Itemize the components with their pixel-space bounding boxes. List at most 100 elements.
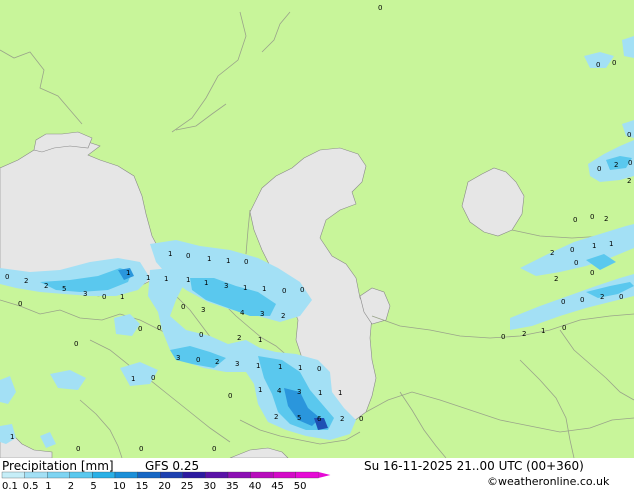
map-value-label: 0 [574,259,578,267]
map-value-label: 0 [590,213,594,221]
map-value-label: 1 [186,276,190,284]
scale-label: 10 [113,481,126,490]
map-value-label: 3 [297,388,301,396]
map-value-label: 0 [5,273,9,281]
scale-label: 0.5 [23,481,39,490]
map-value-label: 2 [627,177,631,185]
map-value-label: 0 [597,165,601,173]
color-scale-bar [1,471,331,479]
scale-swatch [273,471,296,479]
map-value-label: 0 [196,356,200,364]
scale-swatch [114,471,138,479]
map-value-label: 3 [260,310,264,318]
map-value-label: 0 [282,287,286,295]
map-value-label: 1 [258,336,262,344]
scale-label: 35 [226,481,239,490]
map-value-label: 1 [10,433,14,441]
map-value-label: 0 [300,286,304,294]
map-value-label: 2 [274,413,278,421]
scale-swatch [1,471,25,479]
precipitation-map: 0 0 0 0 0 2 0 2 0 2 2 5 3 0 1 1 1 1 1 0 … [0,0,634,490]
map-value-label: 4 [277,387,282,395]
map-value-label: 0 [612,59,616,67]
map-value-label: 2 [340,415,344,423]
map-value-label: 0 [186,252,190,260]
map-value-label: 1 [243,284,247,292]
map-value-label: 1 [258,386,262,394]
map-value-label: 0 [74,340,78,348]
map-value-label: 2 [604,215,608,223]
valid-time: Su 16-11-2025 21..00 UTC (00+360) [364,459,584,473]
map-value-label: 1 [609,240,613,248]
map-value-label: 0 [570,246,574,254]
map-value-label: 0 [199,331,203,339]
map-value-label: 5 [297,414,301,422]
scale-swatch [69,471,93,479]
map-value-label: 3 [83,290,87,298]
map-value-label: 1 [592,242,596,250]
map-value-label: 2 [600,293,604,301]
map-value-label: 2 [554,275,558,283]
map-value-label: 0 [627,131,631,139]
map-value-label: 4 [240,309,245,317]
map-value-label: 1 [126,269,130,277]
map-value-label: 2 [24,277,28,285]
scale-label: 25 [181,481,194,490]
map-value-label: 0 [619,293,623,301]
map-value-label: 0 [561,298,565,306]
map-value-label: 2 [237,334,241,342]
map-value-label: 1 [207,255,211,263]
map-value-label: 0 [138,325,142,333]
scale-swatch [47,471,70,479]
map-value-label: 0 [157,324,161,332]
scale-label: 45 [271,481,284,490]
map-value-label: 5 [62,285,66,293]
model-name: GFS 0.25 [145,459,199,473]
map-value-label: 3 [224,282,228,290]
map-value-label: 1 [256,362,260,370]
map-value-label: 3 [176,354,180,362]
scale-swatch [227,471,251,479]
map-value-label: 2 [215,358,219,366]
map-value-label: 0 [580,296,584,304]
map-value-label: 0 [76,445,80,453]
map-value-label: 2 [614,161,618,169]
map-value-label: 1 [338,389,342,397]
scale-label: 50 [294,481,307,490]
scale-swatch [24,471,48,479]
map-value-label: 0 [228,392,232,400]
map-value-label: 0 [378,4,382,12]
map-value-label: 6 [317,415,322,423]
scale-swatch [92,471,116,479]
map-value-label: 0 [102,293,106,301]
scale-swatch [205,471,229,479]
map-value-label: 3 [235,360,239,368]
map-value-label: 0 [359,415,363,423]
scale-label: 2 [68,481,74,490]
map-value-label: 0 [139,445,143,453]
map-value-label: 1 [204,279,208,287]
map-value-label: 0 [628,159,632,167]
scale-swatch [295,471,319,479]
scale-label: 40 [249,481,262,490]
map-value-label: 1 [131,375,135,383]
map-value-label: 2 [522,330,526,338]
map-value-label: 1 [120,293,124,301]
map-value-label: 1 [278,363,282,371]
scale-label: 30 [203,481,216,490]
map-value-label: 0 [181,303,185,311]
chart-title: Precipitation [mm] [2,459,114,473]
map-value-label: 0 [151,374,155,382]
map-value-label: 0 [244,258,248,266]
map-value-label: 2 [281,312,285,320]
scale-label: 15 [136,481,149,490]
map-value-label: 1 [164,275,168,283]
map-value-label: 0 [562,324,566,332]
map-value-label: 0 [212,445,216,453]
map-value-label: 1 [318,389,322,397]
scale-label: 1 [45,481,51,490]
map-value-label: 1 [226,257,230,265]
map-value-label: 2 [44,282,48,290]
scale-swatch [250,471,274,479]
map-value-label: 1 [541,327,545,335]
